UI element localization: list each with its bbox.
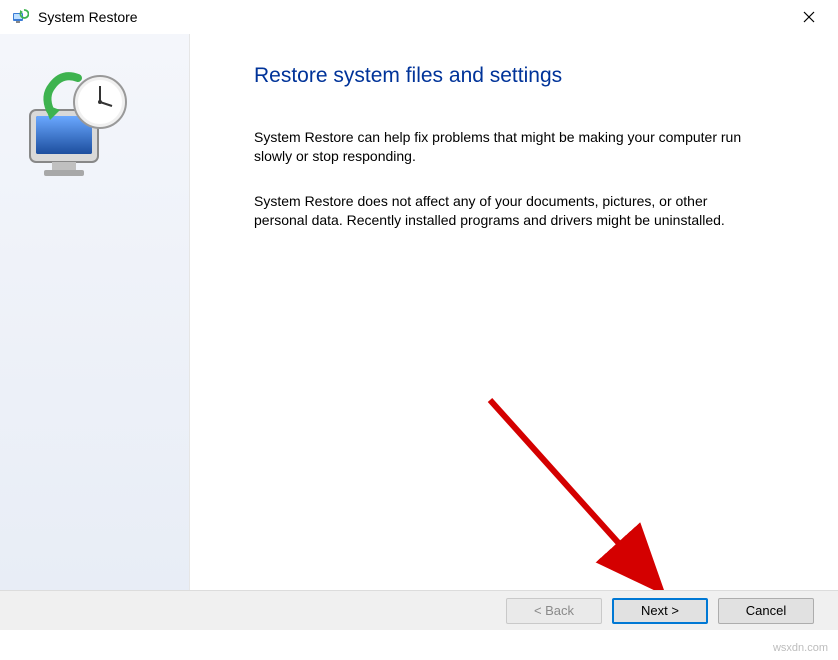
- close-icon: [803, 11, 815, 23]
- content-area: Restore system files and settings System…: [0, 34, 838, 590]
- restore-illustration: [22, 64, 142, 184]
- watermark: wsxdn.com: [773, 642, 828, 654]
- next-button[interactable]: Next >: [612, 598, 708, 624]
- page-heading: Restore system files and settings: [254, 64, 798, 88]
- back-button: < Back: [506, 598, 602, 624]
- intro-paragraph-2: System Restore does not affect any of yo…: [254, 192, 744, 230]
- system-restore-icon: [10, 7, 30, 27]
- sidebar: [0, 34, 190, 590]
- window-title: System Restore: [38, 9, 786, 25]
- close-button[interactable]: [786, 2, 832, 32]
- main-content: Restore system files and settings System…: [190, 34, 838, 590]
- intro-paragraph-1: System Restore can help fix problems tha…: [254, 128, 744, 166]
- button-bar: < Back Next > Cancel: [0, 590, 838, 630]
- cancel-button[interactable]: Cancel: [718, 598, 814, 624]
- titlebar: System Restore: [0, 0, 838, 34]
